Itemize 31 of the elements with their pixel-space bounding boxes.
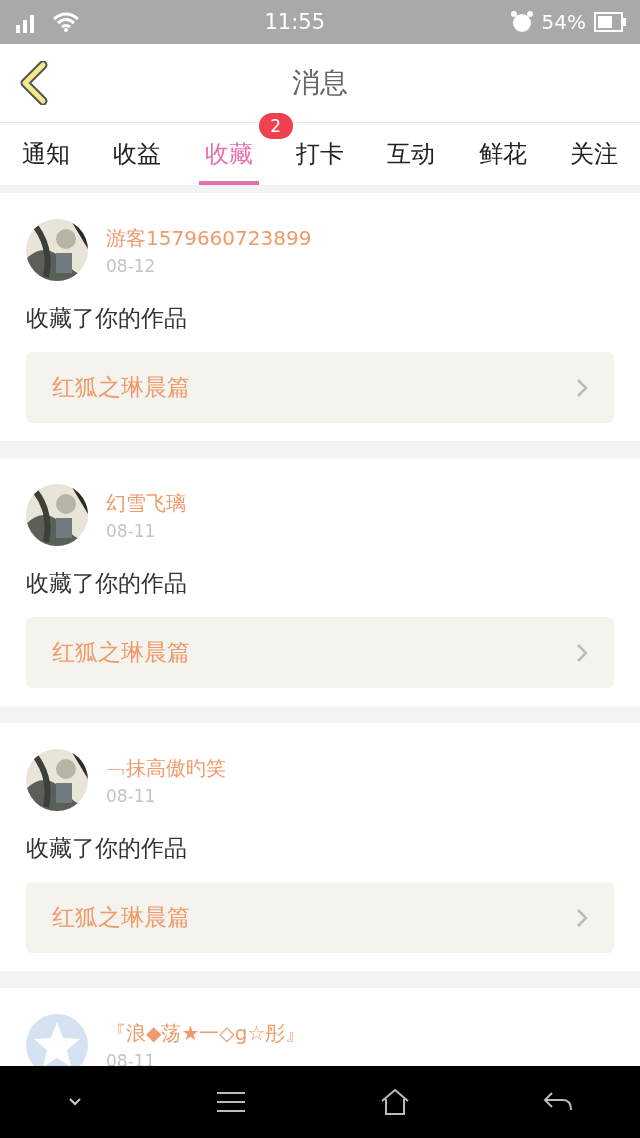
wifi-icon [52,11,80,33]
battery-level: 54% [541,10,586,34]
tab[interactable]: 互动 [381,123,442,185]
chevron-icon [576,642,588,663]
message-date: 08-11 [106,1050,157,1066]
menu-icon [216,1091,247,1113]
tab[interactable]: 收益 [107,123,168,185]
alarm-icon [509,10,534,34]
count-badge: 2 [258,113,293,139]
message-text: 收藏了你的作品 [26,304,188,333]
tab[interactable]: 关注 [564,123,625,185]
message-text: 收藏了你的作品 [26,834,188,863]
back-icon [19,61,49,105]
message-text: 收藏了你的作品 [26,569,188,598]
message-date: 08-11 [106,785,157,806]
message-date: 08-11 [106,520,157,541]
user-name: 游客1579660723899 [106,224,312,252]
return-arrow-icon [543,1091,574,1113]
page-title: 消息 [292,65,348,101]
tab[interactable]: 鲜花 [472,123,533,185]
chevron-icon [576,907,588,928]
chevron-down-icon [66,1097,83,1107]
tab[interactable]: 通知 [15,123,76,185]
message-date: 08-12 [106,255,157,276]
battery-icon [594,12,626,32]
user-name: 『浪◆荡★一◇g☆彤』 [106,1019,306,1047]
chevron-icon [576,377,588,398]
user-name: ﹁抹高傲旳笑 [106,754,226,782]
status-time: 11:55 [264,10,326,34]
home-icon [379,1088,410,1116]
user-name: 幻雪飞璃 [106,489,186,517]
